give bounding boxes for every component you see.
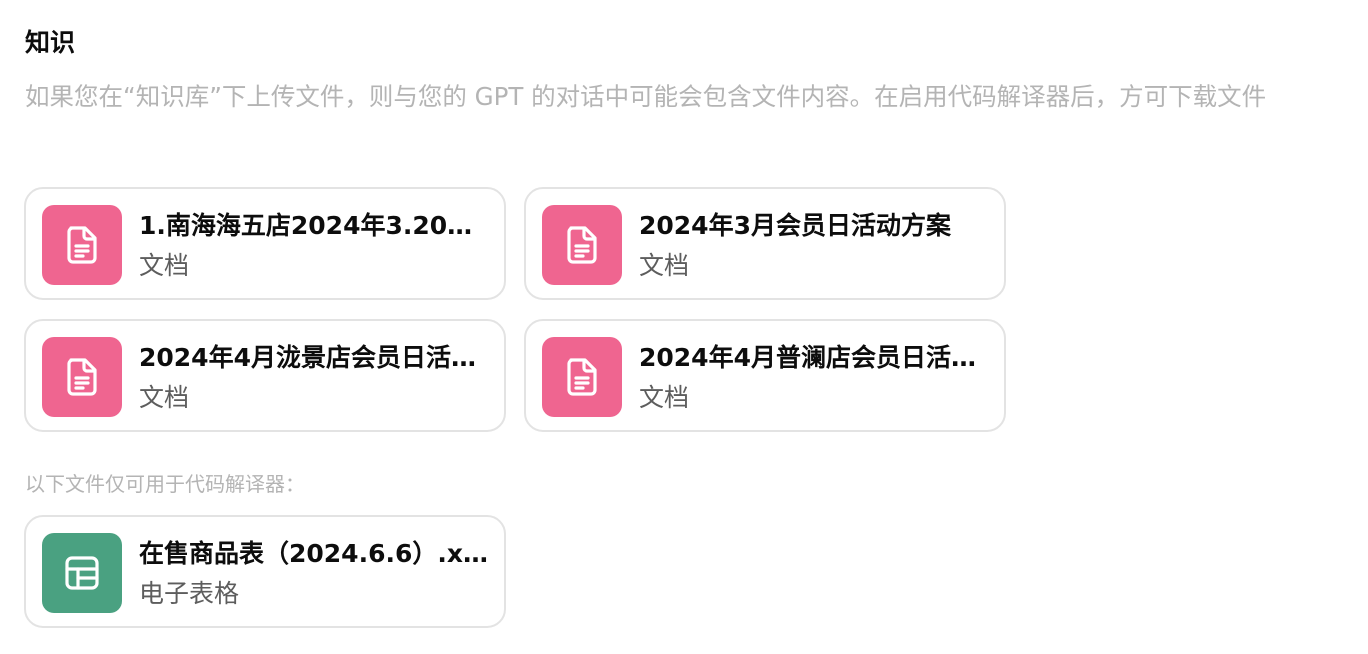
file-type: 电子表格: [139, 579, 240, 608]
section-description: 如果您在“知识库”下上传文件，则与您的 GPT 的对话中可能会包含文件内容。在启…: [25, 82, 1267, 111]
file-name: 2024年4月普澜店会员日活动方案: [639, 343, 991, 372]
document-icon: [42, 205, 122, 285]
file-card[interactable]: 在售商品表（2024.6.6）.xlsx 电子表格: [24, 515, 506, 628]
file-name: 在售商品表（2024.6.6）.xlsx: [139, 539, 491, 568]
file-type: 文档: [639, 383, 690, 412]
document-icon: [42, 337, 122, 417]
document-icon: [542, 337, 622, 417]
file-card[interactable]: 1.南海海五店2024年3.20会员日活动方案 文档: [24, 187, 506, 300]
file-type: 文档: [139, 251, 190, 280]
code-interpreter-note: 以下文件仅可用于代码解译器：: [25, 472, 305, 496]
section-title: 知识: [25, 28, 76, 57]
knowledge-section: 知识 如果您在“知识库”下上传文件，则与您的 GPT 的对话中可能会包含文件内容…: [0, 0, 1368, 654]
file-card[interactable]: 2024年4月普澜店会员日活动方案 文档: [524, 319, 1006, 432]
spreadsheet-icon: [42, 533, 122, 613]
file-card[interactable]: 2024年3月会员日活动方案 文档: [524, 187, 1006, 300]
file-type: 文档: [139, 383, 190, 412]
file-type: 文档: [639, 251, 690, 280]
file-name: 1.南海海五店2024年3.20会员日活动方案: [139, 211, 491, 240]
file-card[interactable]: 2024年4月泷景店会员日活动方案 文档: [24, 319, 506, 432]
file-name: 2024年4月泷景店会员日活动方案: [139, 343, 491, 372]
document-icon: [542, 205, 622, 285]
file-name: 2024年3月会员日活动方案: [639, 211, 951, 240]
